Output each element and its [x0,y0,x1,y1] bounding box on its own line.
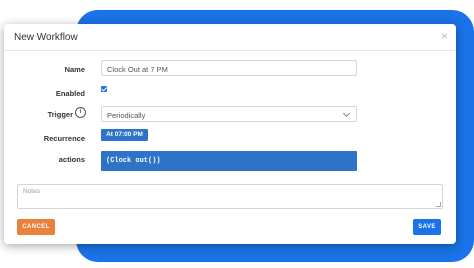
trigger-select[interactable]: Periodically [101,106,357,122]
enabled-label: Enabled [55,89,85,98]
cancel-button[interactable]: CANCEL [17,219,55,235]
close-icon[interactable]: × [441,29,448,43]
chevron-down-icon [342,109,351,118]
notes-textarea[interactable]: Notes [17,184,443,209]
name-input[interactable]: Clock Out at 7 PM [101,60,357,76]
modal-title: New Workflow [14,32,78,43]
info-icon[interactable]: i [75,107,86,118]
new-workflow-modal: New Workflow × Name Clock Out at 7 PM En… [4,24,456,244]
recurrence-badge[interactable]: At 07:00 PM [101,129,148,141]
actions-box[interactable]: (Clock out()) [101,151,357,171]
name-label: Name [64,65,85,74]
trigger-label: Trigger [47,110,73,119]
actions-label: actions [58,155,85,164]
trigger-select-value: Periodically [107,111,146,120]
enabled-checkbox[interactable] [101,86,107,92]
save-button[interactable]: SAVE [413,219,441,235]
recurrence-label: Recurrence [43,134,85,143]
notes-placeholder: Notes [23,188,40,195]
resize-handle-icon[interactable] [436,202,441,207]
modal-header: New Workflow × [4,24,456,51]
